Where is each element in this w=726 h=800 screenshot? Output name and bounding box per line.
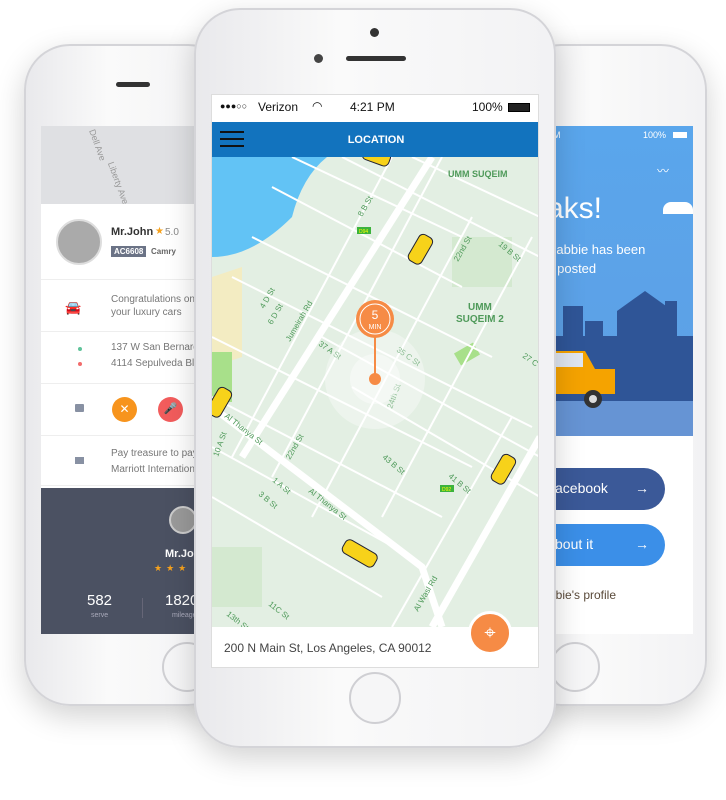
card-icon xyxy=(75,457,84,464)
map-view[interactable]: UMM SUQEIM UMM SUQEIM 2 8 B St 22nd St 19… xyxy=(212,157,539,627)
button-label: acebook xyxy=(555,480,608,496)
road-badge: D92 xyxy=(442,487,451,493)
wifi-icon: ◠ xyxy=(312,99,323,113)
eta-unit: MIN xyxy=(369,324,382,331)
message-row: 🚘 Congratulations on your luxury cars xyxy=(41,280,211,332)
success-illustration: AM 100% 〰 aks! Cabbie has been y posted xyxy=(545,126,693,436)
battery-icon xyxy=(508,103,530,112)
driver-rating: 5.0 xyxy=(165,227,179,238)
current-location-dot xyxy=(369,373,381,385)
map-label: Dell Ave xyxy=(87,127,108,163)
locate-me-button[interactable]: ⌖ xyxy=(468,611,512,655)
right-screen: AM 100% 〰 aks! Cabbie has been y posted … xyxy=(545,126,693,634)
status-time: 4:21 PM xyxy=(350,100,395,114)
pickup-dot xyxy=(78,347,82,351)
tell-about-button[interactable]: bout it → xyxy=(545,524,665,566)
arrow-right-icon: → xyxy=(635,480,649,496)
signal-icon: ●●●○○ xyxy=(220,101,248,111)
map-label: Liberty Ave xyxy=(105,160,131,206)
mileage-label: mileage xyxy=(172,612,197,619)
center-phone: ●●●○○ Verizon ◠ 4:21 PM 100% LOCATION UM… xyxy=(194,8,556,748)
cloud-icon xyxy=(663,202,693,214)
dropoff-dot xyxy=(78,362,82,366)
car-icon: 🚘 xyxy=(65,300,82,315)
area-label: UMM SUQEIM xyxy=(448,169,508,179)
rating-stars: ★★★ xyxy=(154,563,191,573)
camera xyxy=(314,54,323,63)
crosshair-icon: ⌖ xyxy=(484,622,496,644)
bird-icon: 〰 xyxy=(657,164,670,178)
divider xyxy=(142,598,143,618)
payment-merchant: Marriott International xyxy=(111,464,203,475)
mini-map: Dell Ave Liberty Ave xyxy=(41,126,211,206)
avatar xyxy=(56,219,102,265)
sensor xyxy=(370,28,379,37)
battery-icon xyxy=(673,132,687,138)
eta-value: 5 xyxy=(372,308,379,322)
microphone-button[interactable]: 🎤 xyxy=(158,397,183,422)
carrier: Verizon xyxy=(258,100,299,114)
road-badge: D94 xyxy=(359,229,368,235)
header-bar: LOCATION xyxy=(212,122,538,157)
serve-label: serve xyxy=(91,612,109,619)
button-label: bout it xyxy=(555,536,594,552)
subtitle-line: Cabbie has been xyxy=(547,242,646,257)
store-icon xyxy=(75,404,84,412)
speaker xyxy=(346,56,406,61)
dropoff-address: 4114 Sepulveda Blvd xyxy=(111,358,205,369)
serve-count: 582 xyxy=(87,592,113,609)
payment-row: Pay treasure to pay Marriott Internation… xyxy=(41,436,211,486)
status-battery: 100% xyxy=(472,100,503,114)
share-facebook-button[interactable]: acebook → xyxy=(545,468,665,510)
driver-name: Mr.John xyxy=(111,226,154,238)
page-title: LOCATION xyxy=(347,134,405,146)
payment-text: Pay treasure to pay xyxy=(111,448,198,459)
restaurant-button[interactable]: ✕ xyxy=(112,397,137,422)
speaker xyxy=(116,82,150,87)
status-bar: ●●●○○ Verizon ◠ 4:21 PM 100% xyxy=(212,95,538,121)
profile-link[interactable]: bbie's profile xyxy=(549,588,616,602)
avatar xyxy=(169,506,197,534)
arrow-right-icon: → xyxy=(635,536,649,552)
actions-row: ✕ 🎤 xyxy=(41,384,211,436)
home-button[interactable] xyxy=(349,672,401,724)
center-screen: ●●●○○ Verizon ◠ 4:21 PM 100% LOCATION UM… xyxy=(211,94,539,668)
route-row: 137 W San Bernardino 4114 Sepulveda Blvd xyxy=(41,332,211,384)
address-text: 200 N Main St, Los Angeles, CA 90012 xyxy=(224,641,432,655)
car-model: Camry xyxy=(151,247,176,256)
plate-badge: AC6608 xyxy=(111,246,147,257)
star-icon: ★ xyxy=(155,226,164,237)
left-screen: Dell Ave Liberty Ave Mr.John ★ 5.0 AC660… xyxy=(41,126,211,634)
profile-panel: Mr.John ★★★ 582 serve 1820 mileage xyxy=(41,488,211,634)
home-button[interactable] xyxy=(550,642,600,692)
city-skyline xyxy=(545,291,693,436)
driver-card: Mr.John ★ 5.0 AC6608 Camry xyxy=(41,204,211,280)
status-battery: 100% xyxy=(643,130,667,140)
